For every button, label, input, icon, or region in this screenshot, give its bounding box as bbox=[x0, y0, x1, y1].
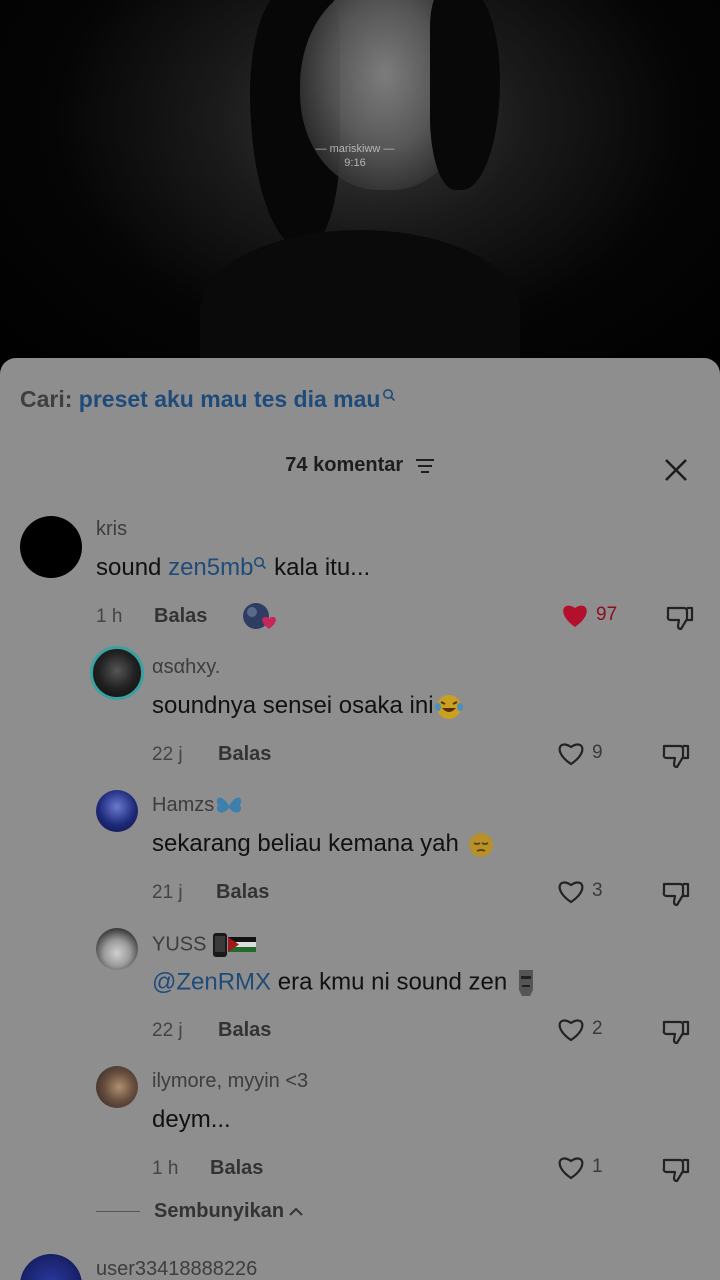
reply-button[interactable]: Balas bbox=[210, 1157, 263, 1180]
dislike-icon[interactable] bbox=[660, 1154, 692, 1186]
like-count: 1 bbox=[592, 1156, 603, 1177]
laughing-tears-emoji-icon bbox=[434, 694, 463, 719]
comment-text-before: sound bbox=[96, 554, 169, 581]
comment-username[interactable]: αsαhxy. bbox=[152, 656, 220, 679]
like-count: 97 bbox=[596, 604, 618, 625]
like-count: 3 bbox=[592, 880, 603, 901]
watermark-time: 9:16 bbox=[344, 157, 366, 169]
avatar[interactable] bbox=[96, 1066, 138, 1108]
reply-button[interactable]: Balas bbox=[218, 743, 271, 766]
comment-username[interactable]: YUSS bbox=[152, 932, 257, 958]
heart-outline-icon bbox=[558, 881, 584, 904]
avatar[interactable] bbox=[20, 516, 82, 578]
divider-line bbox=[96, 1211, 140, 1212]
video-watermark: — mariskiww — 9:16 bbox=[300, 142, 410, 170]
heart-outline-icon bbox=[558, 1019, 584, 1042]
comment-text-body: era kmu ni sound zen bbox=[271, 968, 508, 996]
comment-text-body: soundnya sensei osaka ini bbox=[152, 692, 434, 719]
moai-emoji-icon bbox=[518, 970, 533, 996]
comment-time: 22 j bbox=[152, 744, 183, 765]
dislike-icon[interactable] bbox=[660, 740, 692, 772]
comment-username[interactable]: kris bbox=[96, 518, 127, 541]
comment-username-text: YUSS bbox=[152, 933, 207, 956]
like-count: 2 bbox=[592, 1018, 603, 1039]
heart-outline-icon bbox=[558, 1157, 584, 1180]
flag-emoji-icon bbox=[228, 937, 257, 952]
comment-mention[interactable]: @ZenRMX bbox=[152, 968, 271, 995]
dislike-icon[interactable] bbox=[664, 602, 696, 634]
like-button[interactable]: 97 bbox=[560, 601, 617, 629]
search-icon bbox=[383, 389, 396, 402]
search-suggestion[interactable]: Cari: preset aku mau tes dia mau bbox=[20, 386, 396, 413]
like-button[interactable]: 9 bbox=[556, 739, 603, 767]
comment-time: 1 h bbox=[96, 606, 123, 627]
hide-replies-button[interactable]: Sembunyikan bbox=[96, 1200, 304, 1223]
reply-button[interactable]: Balas bbox=[216, 881, 269, 904]
like-count: 9 bbox=[592, 742, 603, 763]
comment-username[interactable]: Hamzs bbox=[152, 794, 244, 817]
heart-outline-icon bbox=[558, 743, 584, 766]
search-prefix: Cari: bbox=[20, 386, 73, 412]
creator-liked-avatar-icon bbox=[243, 603, 276, 629]
comment-username[interactable]: user33418888226 bbox=[96, 1258, 257, 1280]
comment-text-body: sekarang beliau kemana yah bbox=[152, 830, 466, 857]
like-button[interactable]: 1 bbox=[556, 1153, 603, 1181]
search-icon bbox=[254, 557, 267, 570]
comment-username-text: Hamzs bbox=[152, 794, 215, 816]
video-hair-right bbox=[430, 0, 500, 190]
avatar[interactable] bbox=[90, 646, 144, 700]
comment-text: deym... bbox=[152, 1106, 231, 1133]
watermark-name: — mariskiww — bbox=[315, 143, 395, 155]
comment-text: sekarang beliau kemana yah bbox=[152, 830, 496, 859]
avatar[interactable] bbox=[96, 928, 138, 970]
phone-emoji-icon bbox=[213, 933, 228, 957]
butterfly-emoji-icon bbox=[217, 797, 242, 813]
dislike-icon[interactable] bbox=[660, 1016, 692, 1048]
comment-time: 21 j bbox=[152, 882, 183, 903]
video-player[interactable]: — mariskiww — 9:16 bbox=[0, 0, 720, 380]
comments-count: 74 komentar bbox=[285, 454, 404, 476]
comment-link[interactable]: zen5mb bbox=[168, 554, 253, 581]
comment-username[interactable]: ilymore, myyin <3 bbox=[152, 1070, 308, 1093]
pensive-face-emoji-icon bbox=[468, 832, 493, 857]
sort-icon[interactable] bbox=[415, 458, 435, 474]
comment-time: 1 h bbox=[152, 1158, 179, 1179]
search-query[interactable]: preset aku mau tes dia mau bbox=[79, 386, 381, 412]
reply-button[interactable]: Balas bbox=[218, 1019, 271, 1042]
avatar[interactable] bbox=[96, 790, 138, 832]
comment-text: soundnya sensei osaka ini bbox=[152, 692, 464, 721]
reply-button[interactable]: Balas bbox=[154, 605, 207, 628]
avatar[interactable] bbox=[20, 1254, 82, 1280]
hide-replies-label: Sembunyikan bbox=[154, 1200, 285, 1222]
comment-text-after: kala itu... bbox=[267, 554, 371, 581]
comment-text: @ZenRMX era kmu ni sound zen bbox=[152, 968, 538, 998]
comments-sheet: Cari: preset aku mau tes dia mau 74 kome… bbox=[0, 358, 720, 1280]
close-icon[interactable] bbox=[660, 454, 692, 486]
dislike-icon[interactable] bbox=[660, 878, 692, 910]
chevron-up-icon bbox=[289, 1207, 303, 1216]
heart-filled-icon bbox=[563, 605, 587, 627]
like-button[interactable]: 2 bbox=[556, 1015, 603, 1043]
comments-header: 74 komentar bbox=[0, 454, 720, 477]
comment-text: sound zen5mb kala itu... bbox=[96, 554, 370, 582]
like-button[interactable]: 3 bbox=[556, 877, 603, 905]
comment-time: 22 j bbox=[152, 1020, 183, 1041]
